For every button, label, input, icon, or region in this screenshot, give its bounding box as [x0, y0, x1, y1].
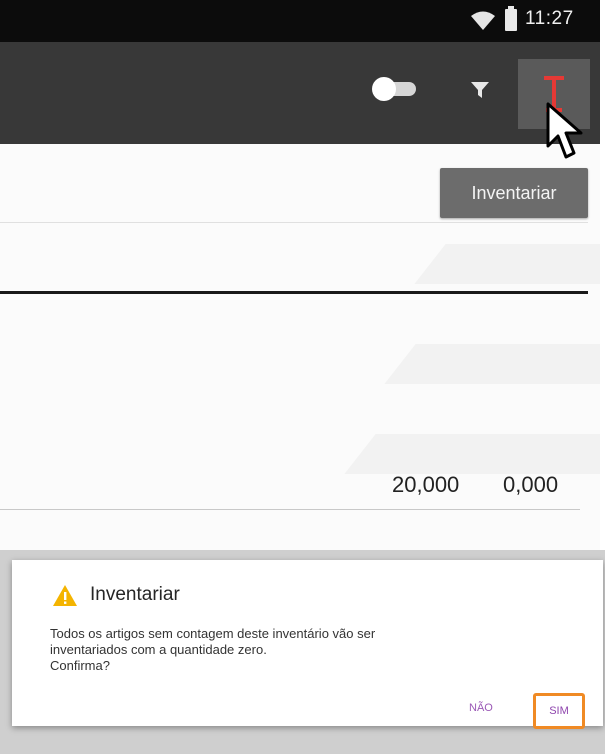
dialog-message-line: Confirma? [50, 658, 110, 673]
row-divider [0, 509, 580, 510]
input-underline [0, 291, 588, 294]
content-area: Inventariar 20,000 0,000 [0, 144, 600, 550]
warning-icon [53, 585, 77, 606]
confirm-dialog: Inventariar Todos os artigos sem contage… [12, 560, 603, 729]
background-stripe [344, 434, 600, 474]
status-time: 11:27 [525, 8, 574, 29]
counted-value: 0,000 [503, 472, 559, 497]
no-button[interactable]: NÃO [469, 702, 493, 714]
app-bar [0, 42, 600, 144]
dialog-message-line: inventariados com a quantidade zero. [50, 642, 267, 657]
dialog-message: Todos os artigos sem contagem deste inve… [50, 626, 570, 674]
mouse-cursor-icon [546, 102, 583, 159]
quantity-value: 20,000 [392, 472, 460, 497]
divider [0, 222, 588, 223]
toggle-thumb [372, 77, 396, 101]
background-stripe [414, 244, 600, 284]
background-stripe [384, 344, 600, 384]
status-bar: 11:27 [0, 0, 600, 42]
wifi-icon [471, 11, 495, 30]
toggle-switch[interactable] [372, 77, 418, 101]
inventariar-button[interactable]: Inventariar [440, 168, 588, 218]
dialog-title: Inventariar [90, 584, 180, 605]
yes-button[interactable]: SIM [533, 693, 585, 729]
battery-icon [505, 6, 517, 31]
filter-icon[interactable] [470, 80, 490, 100]
dialog-message-line: Todos os artigos sem contagem deste inve… [50, 626, 376, 641]
